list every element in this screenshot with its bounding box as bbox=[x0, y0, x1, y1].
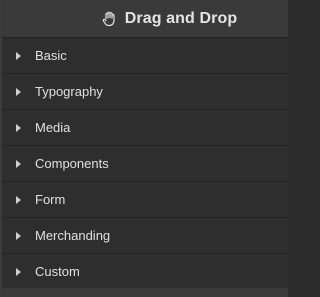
panel-header: Drag and Drop bbox=[2, 0, 288, 38]
category-label: Merchanding bbox=[35, 228, 111, 243]
caret-right-icon bbox=[16, 195, 21, 204]
panel-title: Drag and Drop bbox=[124, 9, 238, 27]
category-label: Typography bbox=[35, 84, 103, 99]
caret-right-icon bbox=[16, 87, 21, 96]
category-list: Basic Typography Media Components Form M… bbox=[2, 38, 288, 290]
category-media[interactable]: Media bbox=[2, 110, 288, 146]
drag-and-drop-panel: Drag and Drop Basic Typography Media Com… bbox=[0, 0, 288, 297]
category-typography[interactable]: Typography bbox=[2, 74, 288, 110]
caret-right-icon bbox=[16, 51, 21, 60]
category-merchanding[interactable]: Merchanding bbox=[2, 218, 288, 254]
caret-right-icon bbox=[16, 159, 21, 168]
category-label: Form bbox=[35, 192, 66, 207]
category-label: Media bbox=[35, 120, 71, 135]
category-label: Custom bbox=[35, 264, 80, 279]
category-form[interactable]: Form bbox=[2, 182, 288, 218]
panel-footer bbox=[2, 288, 288, 297]
caret-right-icon bbox=[16, 267, 21, 276]
hand-icon bbox=[101, 11, 117, 27]
category-label: Basic bbox=[35, 48, 67, 63]
category-label: Components bbox=[35, 156, 109, 171]
category-components[interactable]: Components bbox=[2, 146, 288, 182]
caret-right-icon bbox=[16, 123, 21, 132]
category-basic[interactable]: Basic bbox=[2, 38, 288, 74]
category-custom[interactable]: Custom bbox=[2, 254, 288, 290]
caret-right-icon bbox=[16, 231, 21, 240]
